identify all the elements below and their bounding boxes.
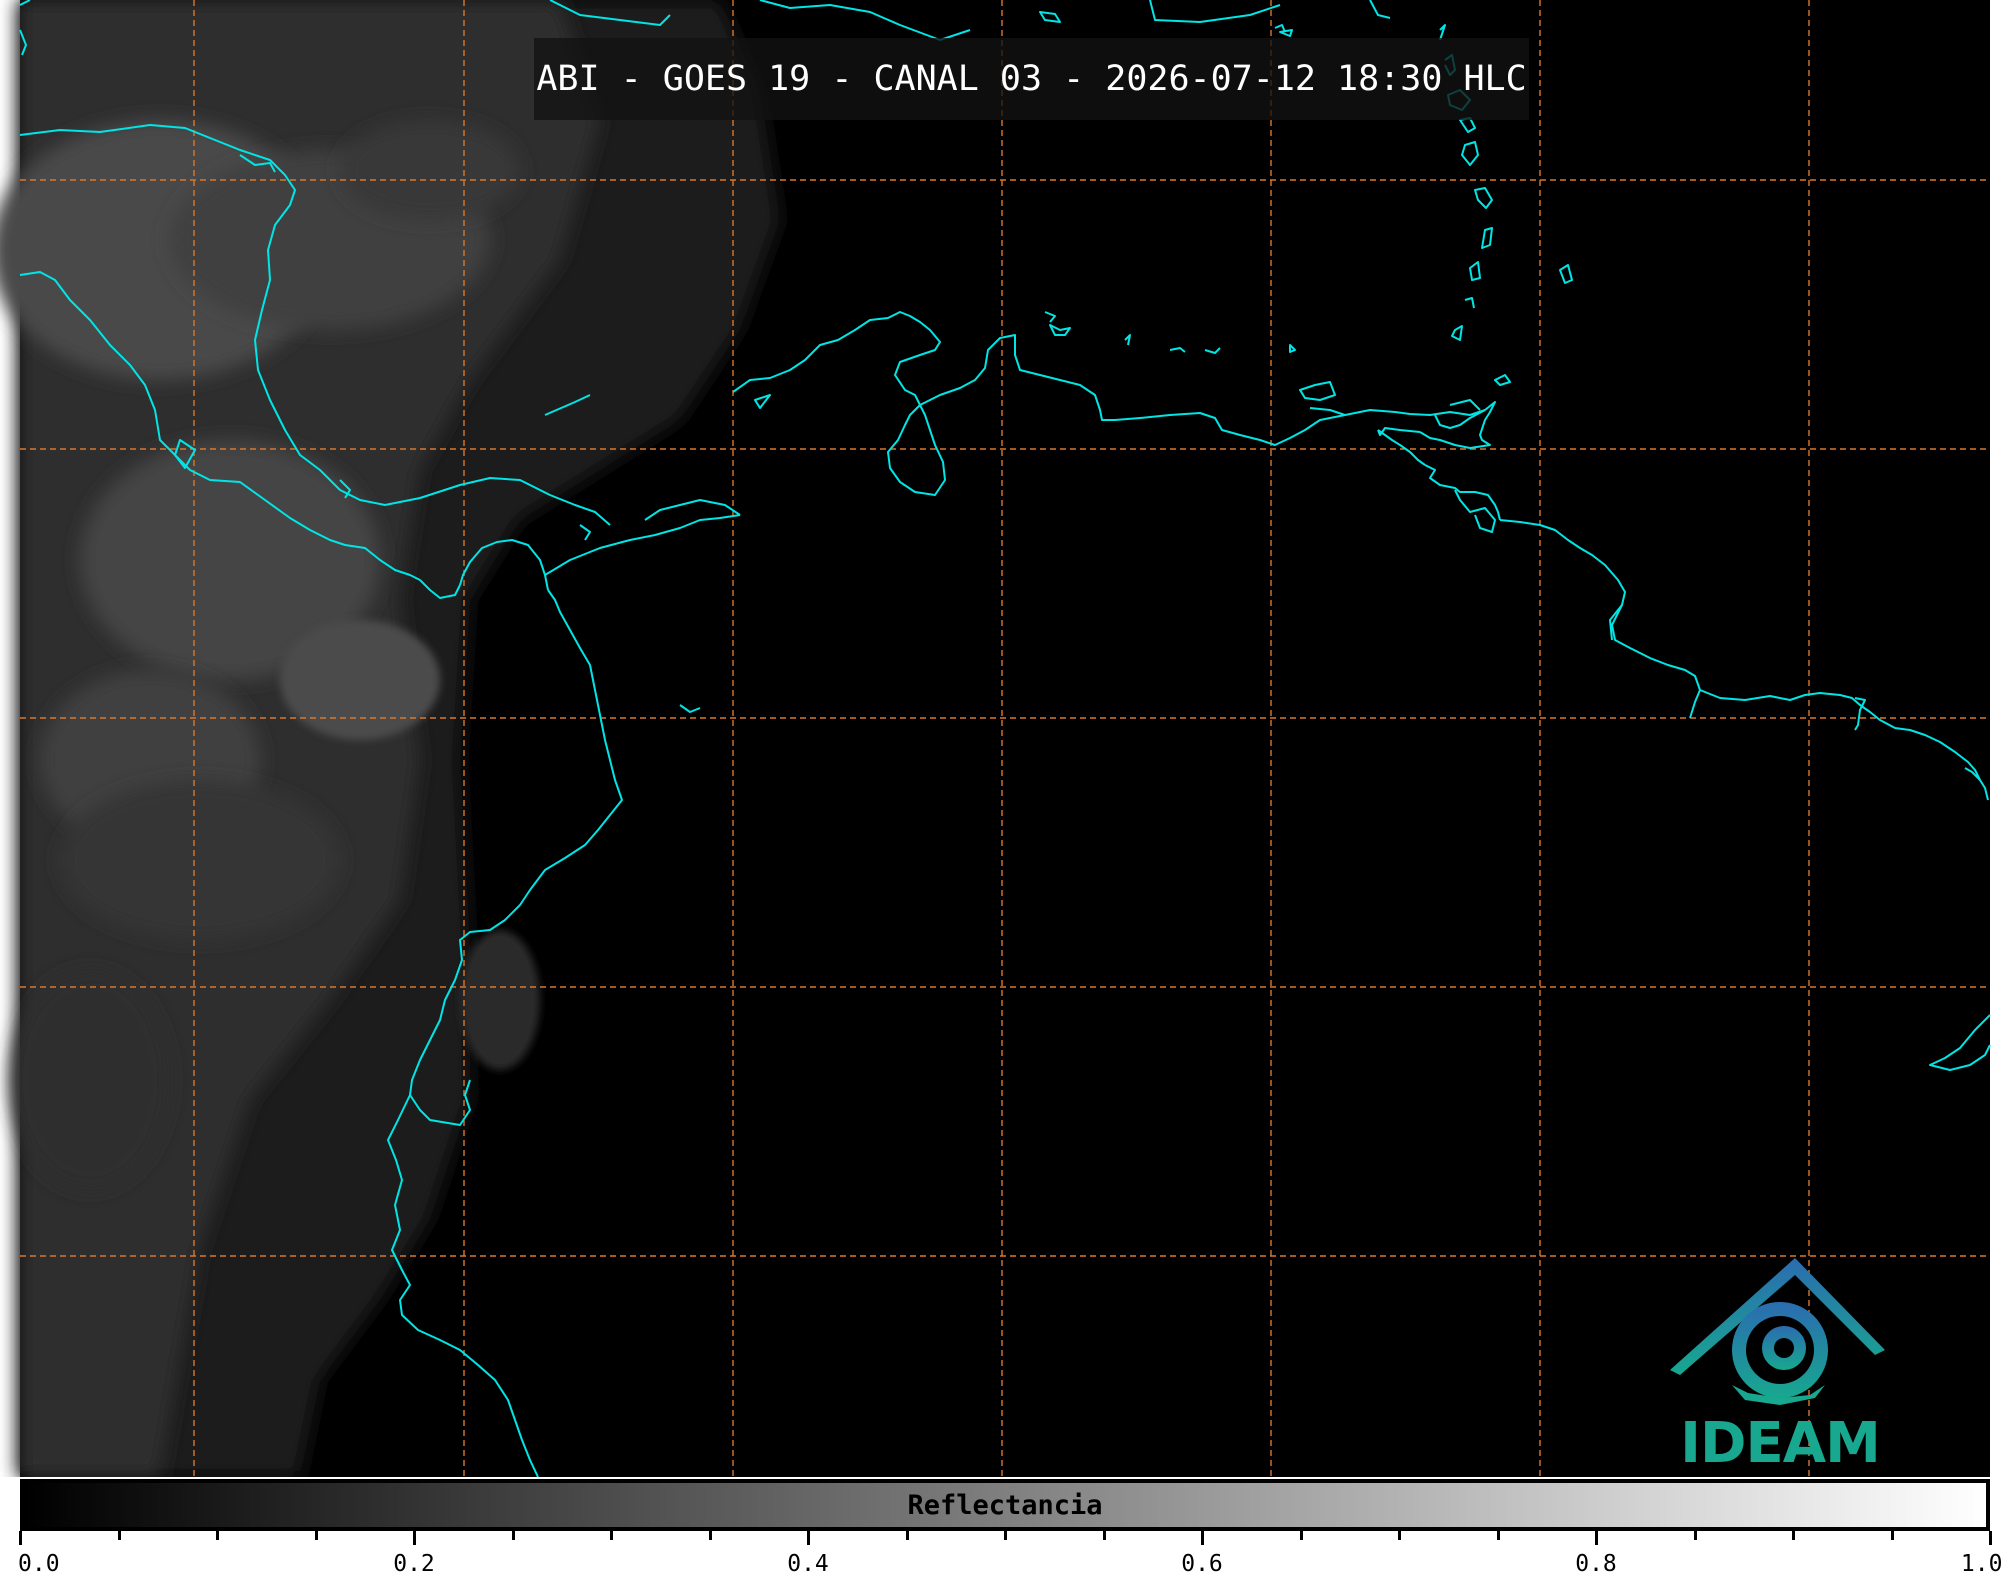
colorbar-minor-tick [1890, 1531, 1894, 1540]
colorbar-tick-label: 0.8 [1575, 1551, 1617, 1577]
colorbar-minor-tick [1102, 1531, 1106, 1540]
colorbar-tick-label: 0.6 [1181, 1551, 1223, 1577]
colorbar-label: Reflectancia [907, 1490, 1103, 1521]
colorbar-minor-tick [1792, 1531, 1795, 1540]
colorbar-major-tick [807, 1531, 810, 1545]
colorbar-minor-tick [117, 1531, 121, 1540]
colorbar-minor-tick [905, 1531, 909, 1540]
satellite-map [0, 0, 2011, 1477]
colorbar-major-tick [1201, 1531, 1204, 1545]
colorbar-tick-label: 1.0 [1960, 1551, 2003, 1577]
colorbar-minor-tick [1299, 1531, 1303, 1540]
colorbar-minor-tick [1004, 1531, 1007, 1540]
colorbar-major-tick [1595, 1531, 1598, 1545]
colorbar-major-tick [19, 1531, 22, 1545]
colorbar-minor-tick [511, 1531, 515, 1540]
ideam-logo-text: IDEAM [1680, 1411, 1881, 1476]
colorbar-minor-tick [216, 1531, 219, 1540]
colorbar-major-tick [413, 1531, 416, 1545]
colorbar-minor-tick [1398, 1531, 1401, 1540]
colorbar-tick-label: 0.0 [18, 1551, 60, 1577]
colorbar-minor-tick [610, 1531, 613, 1540]
colorbar-minor-tick [1496, 1531, 1500, 1540]
colorbar-ticks: 0.0 0.2 0.4 0.6 0.8 1.0 [18, 1531, 2002, 1577]
colorbar-minor-tick [1693, 1531, 1697, 1540]
colorbar-tick-label: 0.4 [787, 1551, 829, 1577]
colorbar-minor-tick [708, 1531, 712, 1540]
colorbar: Reflectancia [20, 1479, 1990, 1531]
colorbar-minor-tick [314, 1531, 318, 1540]
colorbar-tick-label: 0.2 [393, 1551, 435, 1577]
colorbar-major-tick [1989, 1531, 1992, 1545]
map-title: ABI - GOES 19 - CANAL 03 - 2026-07-12 18… [534, 38, 1529, 120]
